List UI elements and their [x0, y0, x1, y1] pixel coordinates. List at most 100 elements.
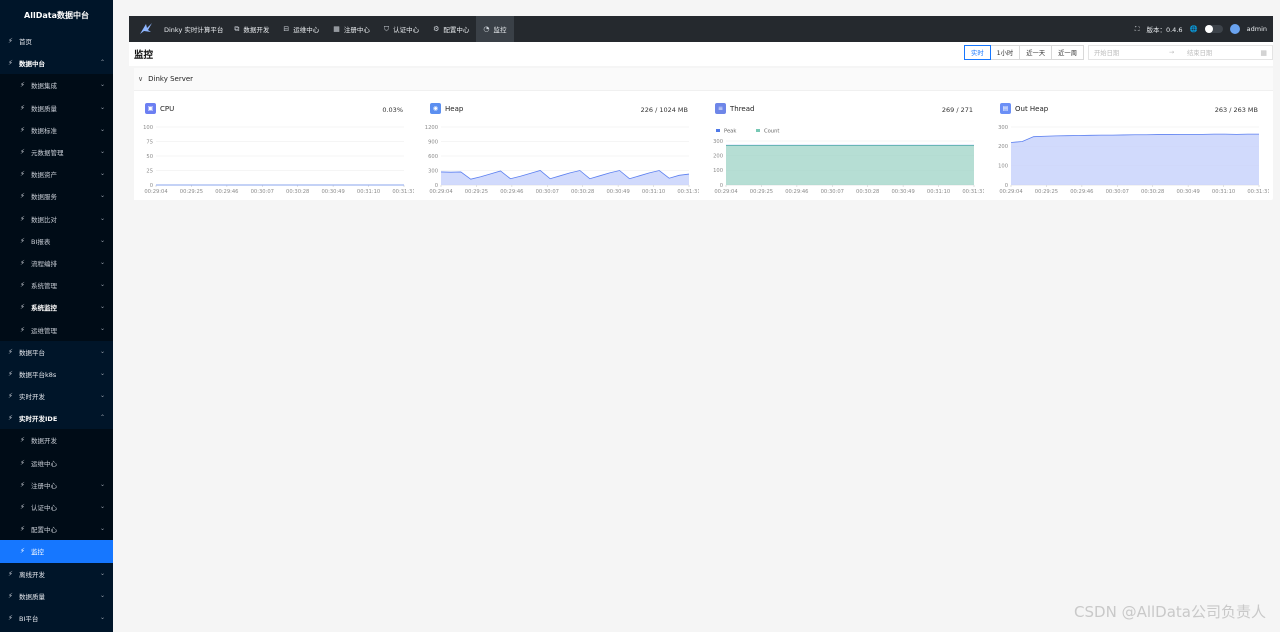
sidebar-item[interactable]: ⚡ 认证中心 ⌄: [0, 495, 113, 519]
tab-1[interactable]: ⧉ 数据开发: [227, 16, 276, 42]
language-globe-icon[interactable]: 🌐: [1190, 25, 1198, 33]
sidebar-item[interactable]: ⚡ 数据资产 ⌄: [0, 163, 113, 186]
brand-name[interactable]: Dinky 实时计算平台: [164, 24, 223, 34]
bolt-icon: ⚡: [8, 414, 13, 423]
fullscreen-icon[interactable]: ⛶: [1135, 25, 1140, 34]
tab-4[interactable]: ⛉ 认证中心: [377, 16, 426, 42]
bolt-icon: ⚡: [8, 591, 13, 600]
sidebar-item[interactable]: ⚡ 实时开发 ⌄: [0, 385, 113, 407]
panel-header-collapse[interactable]: ∨ Dinky Server: [134, 68, 1273, 91]
main-content: 监控 实时 1小时 近一天 近一周 开始日期 → 结束日期 ▦ ∨ Dinky Ser…: [129, 42, 1273, 632]
chevron-down-icon: ⌄: [99, 502, 105, 510]
count-series-area: [726, 145, 974, 185]
legend-label: Count: [764, 129, 779, 135]
chevron-down-icon: ⌄: [99, 258, 105, 266]
date-range-picker[interactable]: 开始日期 → 结束日期 ▦: [1088, 45, 1273, 60]
sidebar-item[interactable]: ⚡ 系统监控 ⌄: [0, 296, 113, 319]
sidebar-item[interactable]: ⚡ 数据质量 ⌄: [0, 96, 113, 119]
sidebar-item[interactable]: ⚡ 流程编排 ⌄: [0, 251, 113, 275]
bolt-icon: ⚡: [20, 281, 25, 290]
sidebar-item[interactable]: ⚡ 系统管理 ⌄: [0, 274, 113, 297]
sidebar-item[interactable]: ⚡ 数据比对 ⌄: [0, 207, 113, 230]
sidebar-item[interactable]: ⚡ BI报表 ⌄: [0, 229, 113, 252]
chevron-down-icon: ⌄: [99, 480, 105, 488]
sidebar-item-label: 数据集成: [31, 82, 57, 91]
chevron-down-icon[interactable]: ∨: [138, 75, 143, 83]
user-name[interactable]: admin: [1247, 25, 1267, 33]
range-button[interactable]: 近一天: [1019, 45, 1053, 60]
metric-card: ≡ Thread 269 / 271 0 100 200 300 00:29:04 00:29:…: [704, 96, 984, 200]
tab-label: 注册中心: [343, 26, 370, 34]
tab-3[interactable]: ▦ 注册中心: [326, 16, 377, 42]
sidebar-item[interactable]: ⚡ 注册中心 ⌄: [0, 473, 113, 496]
chevron-down-icon: ⌄: [99, 236, 105, 244]
x-tick-label: 00:29:25: [1035, 189, 1058, 195]
bolt-icon: ⚡: [20, 125, 25, 134]
x-tick-label: 00:31:10: [357, 189, 380, 195]
metric-card: ▤ Out Heap 263 / 263 MB 0 100 200 300 00:29:04 0…: [989, 96, 1269, 200]
theme-toggle[interactable]: [1204, 25, 1223, 33]
chevron-down-icon: ⌄: [99, 81, 105, 89]
sidebar-item[interactable]: ⚡ 数据服务 ⌄: [0, 185, 113, 208]
sidebar-item-label: 数据标准: [31, 126, 57, 135]
sidebar-item[interactable]: ⚡ 数据集成 ⌄: [0, 74, 113, 97]
dinky-logo-icon[interactable]: [135, 18, 157, 40]
tab-2[interactable]: ⊟ 运维中心: [276, 16, 326, 42]
chart-svg: 0 25 50 75 100 00:29:04 00:29:25 00:29:46 00:30:…: [143, 125, 414, 195]
date-start-input[interactable]: 开始日期: [1089, 48, 1169, 57]
x-tick-label: 00:29:25: [180, 189, 203, 195]
sidebar-item[interactable]: ⚡ 数据质量 ⌄: [0, 585, 113, 607]
avatar[interactable]: [1229, 24, 1240, 34]
sidebar-item-label: 流程编排: [31, 259, 57, 268]
chevron-down-icon: ⌄: [99, 613, 105, 621]
range-button[interactable]: 实时: [964, 45, 991, 60]
bolt-icon: ⚡: [20, 236, 25, 245]
sidebar-item[interactable]: ⚡ 元数据管理 ⌄: [0, 140, 113, 164]
x-tick-label: 00:29:04: [429, 189, 453, 195]
tab-6[interactable]: ◔ 监控: [476, 16, 514, 42]
y-tick-label: 50: [146, 154, 153, 160]
y-tick-label: 300: [428, 168, 438, 174]
x-tick-label: 00:31:31: [1247, 189, 1269, 195]
y-tick-label: 1200: [425, 125, 438, 131]
range-button[interactable]: 近一周: [1051, 45, 1084, 60]
y-tick-label: 75: [146, 139, 153, 145]
server-panel: ∨ Dinky Server ▣ CPU 0.03% 0 25 50 75 100 00:29:…: [134, 68, 1273, 200]
sidebar-item[interactable]: ⚡ 数据平台k8s ⌄: [0, 363, 113, 385]
sidebar-item[interactable]: ⚡ 实时开发IDE ⌃: [0, 407, 113, 429]
sidebar-item[interactable]: ⚡ BI平台 ⌄: [0, 607, 113, 629]
sidebar-item[interactable]: ⚡ 配置中心 ⌄: [0, 518, 113, 541]
chevron-down-icon: ⌄: [99, 591, 105, 599]
sidebar-item-label: 系统管理: [31, 282, 57, 291]
chart-svg: 0 100 200 300 00:29:04 00:29:25 00:29:46 00:30:…: [998, 125, 1269, 195]
sidebar-item[interactable]: ⚡ 首页: [0, 30, 113, 52]
sidebar-item[interactable]: ⚡ 数据开发: [0, 429, 113, 452]
legend-swatch: [716, 129, 720, 132]
sidebar-item[interactable]: ⚡ 运维管理 ⌄: [0, 318, 113, 341]
y-tick-label: 200: [713, 153, 723, 159]
x-tick-label: 00:30:07: [251, 189, 274, 195]
sidebar-item[interactable]: ⚡ 离线开发 ⌄: [0, 563, 113, 585]
sidebar-menu: ⚡ 首页 ⚡ 数据中台 ⌃ ⚡ 数据集成 ⌄ ⚡ 数据质量 ⌄ ⚡ 数据标准 ⌄ ⚡ 元数据管理 ⌄ ⚡ 数据资产 ⌄…: [0, 30, 113, 629]
sidebar-item[interactable]: ⚡ 监控: [0, 540, 113, 563]
legend-label: Peak: [724, 129, 736, 135]
metric-card: ◉ Heap 226 / 1024 MB 0 300 600 900 1200 00:29:04…: [419, 96, 699, 200]
sidebar-item[interactable]: ⚡ 数据标准 ⌄: [0, 118, 113, 141]
sidebar-item-label: 数据服务: [31, 193, 57, 202]
sidebar-item[interactable]: ⚡ 数据中台 ⌃: [0, 52, 113, 74]
sidebar-item-label: 首页: [19, 38, 32, 47]
bolt-icon: ⚡: [8, 347, 13, 356]
chart-svg: 0 100 200 300 00:29:04 00:29:25 00:29:46 00:30:…: [713, 129, 984, 196]
range-button[interactable]: 1小时: [989, 45, 1021, 60]
sidebar-item-label: 配置中心: [31, 526, 57, 535]
time-range-selector: 实时 1小时 近一天 近一周 开始日期 → 结束日期 ▦: [964, 45, 1273, 60]
y-tick-label: 900: [428, 139, 438, 145]
series-area: [1011, 134, 1259, 185]
tab-5[interactable]: ⚙ 配置中心: [426, 16, 476, 42]
x-tick-label: 00:30:49: [891, 189, 914, 195]
date-end-input[interactable]: 结束日期: [1183, 48, 1253, 57]
tab-label: 认证中心: [393, 26, 420, 34]
sidebar-item[interactable]: ⚡ 数据平台 ⌄: [0, 341, 113, 363]
chevron-down-icon: ⌄: [99, 214, 105, 222]
sidebar-item[interactable]: ⚡ 运维中心: [0, 451, 113, 474]
